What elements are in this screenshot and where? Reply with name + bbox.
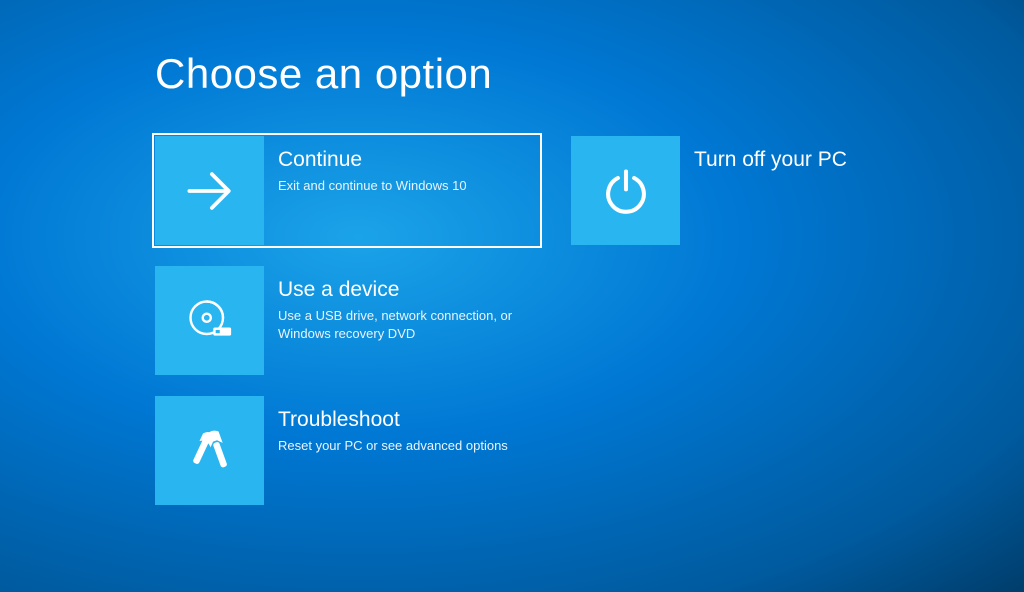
continue-desc: Exit and continue to Windows 10 — [278, 177, 525, 195]
troubleshoot-title: Troubleshoot — [278, 408, 525, 432]
arrow-right-icon — [155, 136, 264, 245]
options-grid: Continue Exit and continue to Windows 10… — [155, 136, 1024, 505]
turn-off-tile[interactable]: Turn off your PC — [571, 136, 955, 245]
continue-tile[interactable]: Continue Exit and continue to Windows 10 — [155, 136, 539, 245]
continue-title: Continue — [278, 148, 525, 172]
turn-off-title: Turn off your PC — [694, 148, 941, 172]
use-device-tile[interactable]: Use a device Use a USB drive, network co… — [155, 266, 539, 375]
page-title: Choose an option — [155, 50, 1024, 98]
use-device-title: Use a device — [278, 278, 525, 302]
troubleshoot-tile[interactable]: Troubleshoot Reset your PC or see advanc… — [155, 396, 539, 505]
recovery-menu: Choose an option Continue Exit and conti… — [0, 0, 1024, 505]
tools-icon — [155, 396, 264, 505]
disc-icon — [155, 266, 264, 375]
power-icon — [571, 136, 680, 245]
use-device-desc: Use a USB drive, network connection, or … — [278, 307, 525, 342]
troubleshoot-desc: Reset your PC or see advanced options — [278, 437, 525, 455]
